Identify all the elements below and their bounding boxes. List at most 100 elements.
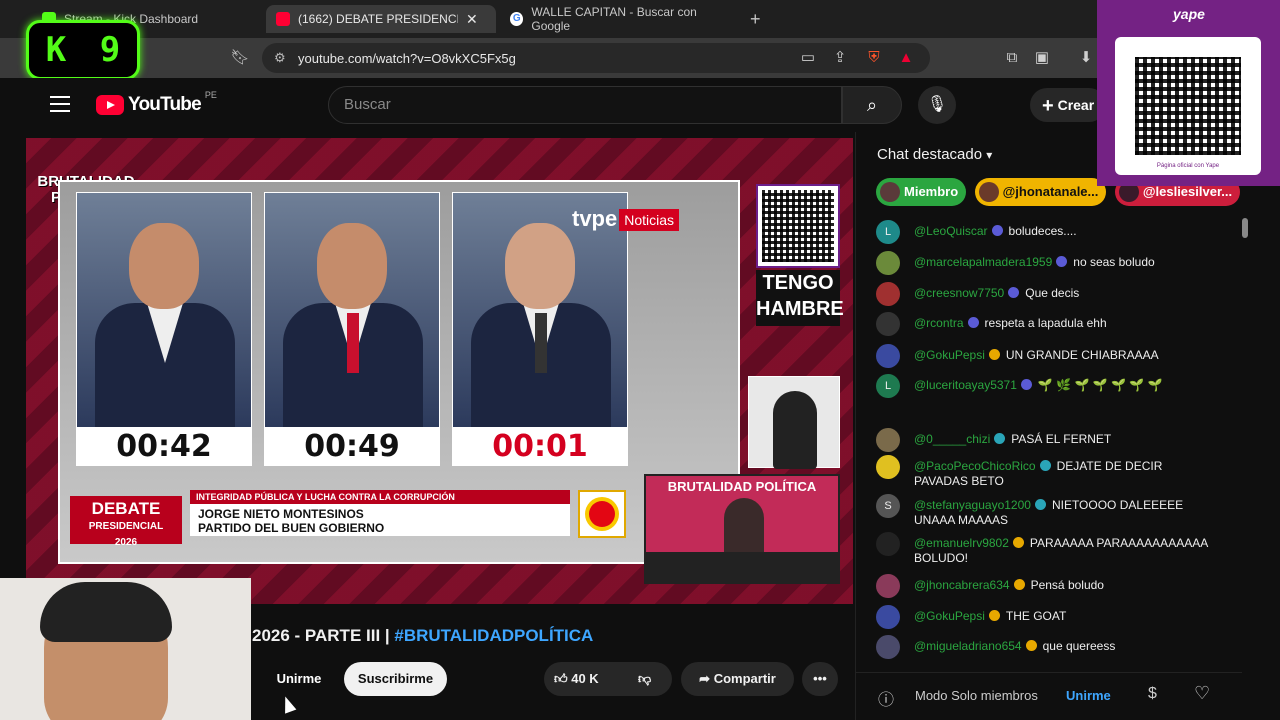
yape-qr-code-large: Página oficial con Yape bbox=[1115, 37, 1261, 175]
menu-icon[interactable] bbox=[50, 96, 70, 112]
chat-author: @stefanyaguayo1200 bbox=[914, 498, 1031, 512]
close-tab-icon[interactable]: ✕ bbox=[466, 11, 478, 28]
chat-author: @migueladriano654 bbox=[914, 639, 1022, 653]
more-icon: ••• bbox=[813, 671, 827, 686]
member-badge-icon bbox=[1013, 579, 1025, 590]
avatar bbox=[876, 344, 900, 368]
info-icon[interactable]: ⓘ bbox=[878, 686, 894, 710]
brave-shield-icon[interactable]: ⛨ bbox=[864, 48, 884, 68]
chat-scrollbar[interactable] bbox=[1241, 218, 1249, 664]
share-icon: ➦ bbox=[699, 671, 711, 686]
video-title: 2026 - PARTE III | #BRUTALIDADPOLÍTICA bbox=[252, 626, 594, 645]
chat-author: @LeoQuiscar bbox=[914, 224, 988, 238]
debate-broadcast: 00:42 00:49 00:01 tvpe Noticias DEBATE PR… bbox=[58, 180, 740, 564]
avatar bbox=[876, 574, 900, 598]
kick-logo-icon: K bbox=[45, 30, 67, 70]
sign-language-interpreter bbox=[748, 376, 840, 469]
chat-text: que quereess bbox=[1042, 639, 1116, 653]
chat-message: @creesnow7750 Que decis bbox=[876, 282, 1216, 306]
chat-author: @PacoPecoChicoRico bbox=[914, 459, 1036, 473]
chat-text: boludeces.... bbox=[1008, 224, 1077, 238]
timer-2: 00:49 bbox=[264, 428, 440, 466]
chat-mode-dropdown[interactable]: Chat destacado ▾ bbox=[877, 146, 992, 163]
chat-author: @GokuPepsi bbox=[914, 609, 985, 623]
chat-message: @rcontra respeta a lapadula ehh bbox=[876, 312, 1216, 336]
like-button[interactable]: 👍︎ 40 K bbox=[554, 671, 599, 686]
yape-donation-overlay: yape Página oficial con Yape bbox=[1097, 0, 1280, 186]
brave-rewards-icon[interactable]: ▲ bbox=[896, 48, 916, 68]
member-badge-icon bbox=[1012, 537, 1024, 548]
super-chat-icon[interactable]: $ bbox=[1148, 685, 1157, 703]
candidate-panel-1 bbox=[76, 192, 252, 428]
avatar: L bbox=[876, 220, 900, 244]
cast-icon[interactable]: ▭ bbox=[798, 48, 818, 68]
yape-qr-code bbox=[756, 184, 840, 268]
avatar bbox=[876, 312, 900, 336]
create-label: Crear bbox=[1057, 97, 1095, 113]
yape-logo: yape bbox=[1173, 6, 1205, 22]
avatar bbox=[876, 251, 900, 275]
tab-label: WALLE CAPITAN - Buscar con Google bbox=[531, 5, 697, 33]
search-button[interactable]: ⌕ bbox=[842, 86, 902, 124]
browser-tabbar: Stream - Kick Dashboard (1662) DEBATE PR… bbox=[0, 0, 1280, 38]
heart-icon[interactable]: ♡ bbox=[1194, 683, 1210, 704]
youtube-favicon-icon bbox=[276, 12, 290, 26]
bookmark-icon[interactable]: 🔖︎ bbox=[230, 48, 250, 68]
hashtag-link[interactable]: #BRUTALIDADPOLÍTICA bbox=[394, 626, 593, 645]
tab-youtube-debate[interactable]: (1662) DEBATE PRESIDENCIAL ✕ bbox=[266, 5, 496, 33]
youtube-play-icon bbox=[96, 95, 124, 115]
member-badge-icon bbox=[1020, 379, 1032, 390]
voice-search-button[interactable]: 🎙︎ bbox=[918, 86, 956, 124]
chat-text: Que decis bbox=[1025, 286, 1080, 300]
chat-author: @rcontra bbox=[914, 316, 964, 330]
tvpe-logo: tvpe Noticias bbox=[572, 206, 680, 232]
chat-message: @GokuPepsi THE GOAT bbox=[876, 605, 1216, 629]
viewer-count: 9 bbox=[99, 30, 121, 70]
chat-message: @PacoPecoChicoRico DEJATE DE DECIR PAVADA… bbox=[876, 455, 1216, 489]
chat-message: @migueladriano654 que quereess bbox=[876, 635, 1216, 659]
facecam-overlay bbox=[0, 578, 251, 720]
chat-author: @marcelapalmadera1959 bbox=[914, 255, 1053, 269]
chat-text: Pensá boludo bbox=[1030, 578, 1104, 592]
share-page-icon[interactable]: ⇪ bbox=[830, 48, 850, 68]
member-badge-icon bbox=[1008, 287, 1020, 298]
create-button[interactable]: + Crear bbox=[1030, 88, 1107, 122]
share-button[interactable]: ➦ Compartir bbox=[681, 662, 794, 696]
chat-text: respeta a lapadula ehh bbox=[984, 316, 1107, 330]
search-input[interactable]: Buscar bbox=[328, 86, 842, 124]
url-text: youtube.com/watch?v=O8vkXC5Fx5g bbox=[298, 50, 516, 66]
microphone-icon: 🎙︎ bbox=[926, 96, 948, 113]
streamer-camera: BRUTALIDAD POLÍTICA bbox=[644, 474, 840, 584]
chat-author: @creesnow7750 bbox=[914, 286, 1005, 300]
more-actions-button[interactable]: ••• bbox=[802, 662, 838, 696]
avatar bbox=[876, 282, 900, 306]
youtube-wordmark: YouTube bbox=[128, 94, 202, 115]
subscribe-button[interactable]: Suscribirme bbox=[344, 662, 447, 696]
chat-text: no seas boludo bbox=[1073, 255, 1155, 269]
like-dislike-group: 👍︎ 40 K 👎︎ bbox=[544, 662, 672, 696]
avatar: S bbox=[876, 494, 900, 518]
chat-join-button[interactable]: Unirme bbox=[1066, 688, 1111, 703]
extensions-icon[interactable]: ⧉ bbox=[1002, 48, 1022, 68]
youtube-header: YouTube PE Buscar ⌕ 🎙︎ + Crear bbox=[0, 78, 1280, 132]
member-badge-icon bbox=[1025, 640, 1037, 651]
chip-user-1[interactable]: @jhonatanale... bbox=[974, 178, 1107, 206]
thumbs-up-icon: 👍︎ bbox=[554, 671, 568, 686]
party-sun-icon bbox=[578, 490, 626, 538]
speaker-name: JORGE NIETO MONTESINOS bbox=[198, 507, 364, 521]
join-button[interactable]: Unirme bbox=[264, 662, 334, 696]
tab-google-search[interactable]: G WALLE CAPITAN - Buscar con Google bbox=[500, 5, 740, 33]
site-info-icon[interactable]: ⚙︎ bbox=[274, 50, 286, 66]
chip-member[interactable]: Miembro bbox=[876, 178, 967, 206]
chat-message: S @stefanyaguayo1200 NIETOOOO DALEEEEE UNA… bbox=[876, 494, 1216, 528]
video-player[interactable]: BRUTALIDAD POLÍTICA 00:42 00:49 00:01 tv… bbox=[26, 138, 853, 604]
chat-author: @0_____chizi bbox=[914, 432, 991, 446]
member-badge-icon bbox=[994, 433, 1006, 444]
dislike-button[interactable]: 👎︎ bbox=[638, 662, 651, 696]
chat-text: UN GRANDE CHIABRAAAA bbox=[1005, 348, 1159, 362]
sidebar-icon[interactable]: ▣ bbox=[1032, 48, 1052, 68]
chat-author: @GokuPepsi bbox=[914, 348, 985, 362]
new-tab-button[interactable]: + bbox=[740, 5, 771, 33]
download-icon[interactable]: ⬇ bbox=[1076, 48, 1096, 68]
youtube-logo[interactable]: YouTube PE bbox=[96, 90, 217, 116]
